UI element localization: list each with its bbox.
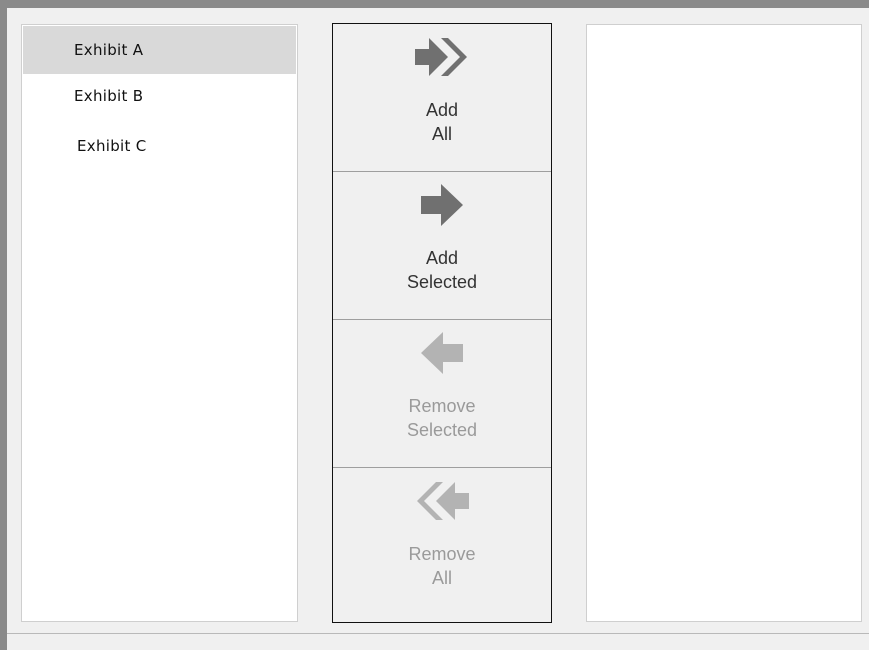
arrow-right-icon bbox=[333, 180, 551, 230]
add-selected-label-line1: Add bbox=[425, 248, 459, 268]
list-item-exhibit-c[interactable]: Exhibit C bbox=[23, 122, 296, 170]
list-item-exhibit-a[interactable]: Exhibit A bbox=[23, 26, 296, 74]
list-item-exhibit-b[interactable]: Exhibit B bbox=[23, 72, 296, 120]
add-all-label-line2: All bbox=[431, 124, 452, 144]
list-item-label: Exhibit B bbox=[74, 87, 144, 105]
remove-selected-button[interactable]: Remove Selected bbox=[333, 320, 551, 468]
remove-all-label-line1: Remove bbox=[408, 544, 476, 564]
remove-all-button[interactable]: Remove All bbox=[333, 468, 551, 622]
list-item-label: Exhibit C bbox=[77, 137, 147, 155]
transfer-button-column: Add All Add Selected Remove Selected Rem… bbox=[332, 23, 552, 623]
remove-selected-label-line2: Selected bbox=[406, 420, 478, 440]
arrow-left-icon bbox=[333, 328, 551, 378]
add-selected-label-line2: Selected bbox=[406, 272, 478, 292]
remove-selected-label-line1: Remove bbox=[408, 396, 476, 416]
remove-all-label-line2: All bbox=[431, 568, 452, 588]
double-arrow-left-icon bbox=[333, 476, 551, 526]
add-selected-button[interactable]: Add Selected bbox=[333, 172, 551, 320]
add-all-label-line1: Add bbox=[425, 100, 459, 120]
bottom-divider bbox=[7, 633, 869, 634]
target-list[interactable] bbox=[586, 24, 862, 622]
double-arrow-right-icon bbox=[333, 32, 551, 82]
add-all-button[interactable]: Add All bbox=[333, 24, 551, 172]
source-list[interactable]: Exhibit A Exhibit B Exhibit C bbox=[21, 24, 298, 622]
list-item-label: Exhibit A bbox=[74, 41, 144, 59]
